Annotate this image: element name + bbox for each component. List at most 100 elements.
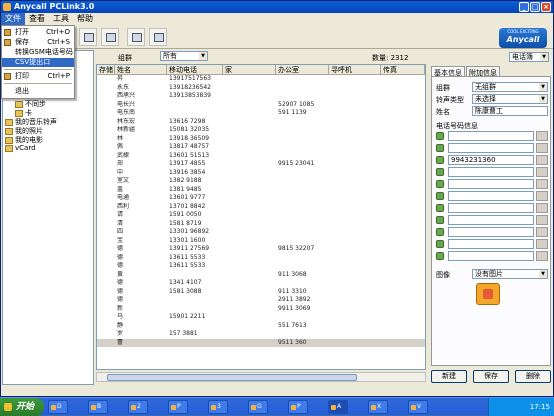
table-row[interactable]: 林 13918 36509 [97, 135, 425, 144]
phone-option-button[interactable] [536, 227, 548, 237]
phone-number-field[interactable] [448, 239, 534, 249]
phone-number-field[interactable] [448, 131, 534, 141]
phone-option-button[interactable] [536, 191, 548, 201]
col-pager[interactable]: 寻呼机 [329, 65, 381, 74]
table-row[interactable]: 武棣 13601 51513 [97, 152, 425, 161]
delete-button[interactable]: 删除 [515, 370, 551, 383]
table-row[interactable]: 德 2911 3892 [97, 296, 425, 305]
taskbar-app[interactable]: 3 [208, 400, 228, 414]
menu-item-convert-gsm[interactable]: 转换GSM电话号码 [2, 48, 74, 57]
taskbar-app[interactable]: D [48, 400, 68, 414]
taskbar-app[interactable]: P [288, 400, 308, 414]
taskbar-app[interactable]: V [408, 400, 428, 414]
phonebook-select[interactable]: 电话簿 ▼ [509, 52, 549, 62]
menu-file[interactable]: 文件 [1, 13, 25, 25]
table-row[interactable]: 请 1591 0050 [97, 211, 425, 220]
scroll-thumb[interactable] [107, 374, 357, 381]
table-row[interactable]: 德 13611 5533 [97, 254, 425, 263]
phone-option-button[interactable] [536, 155, 548, 165]
table-row[interactable]: 盖 1381 9485 [97, 186, 425, 195]
image-select[interactable]: 没有图片 ▼ [472, 269, 548, 279]
name-field[interactable]: 陈康曹工 [472, 106, 548, 116]
table-row[interactable]: 电长兴 52907 1085 [97, 101, 425, 110]
phone-number-field[interactable] [448, 227, 534, 237]
phone-number-field[interactable] [448, 167, 534, 177]
phone-option-button[interactable] [536, 167, 548, 177]
title-bar[interactable]: Anycall PCLink3.0 _ □ × [1, 1, 553, 13]
table-row[interactable]: 永东 13918236542 [97, 84, 425, 93]
phone-option-button[interactable] [536, 179, 548, 189]
table-row[interactable]: 林东宏 13616 7298 [97, 118, 425, 127]
new-button[interactable]: 新建 [431, 370, 467, 383]
table-row[interactable]: 宝 13301 1600 [97, 237, 425, 246]
taskbar-app[interactable]: X [368, 400, 388, 414]
phone-number-field[interactable] [448, 143, 534, 153]
taskbar-app[interactable]: 2 [128, 400, 148, 414]
col-name[interactable]: 姓名 [115, 65, 167, 74]
menu-item-save[interactable]: 保存 Ctrl+S [2, 38, 74, 47]
menu-help[interactable]: 帮助 [73, 13, 97, 25]
col-office[interactable]: 办公室 [276, 65, 329, 74]
phone-number-field[interactable] [448, 179, 534, 189]
table-row[interactable]: 郑 13917 4855 9915 23041 [97, 160, 425, 169]
tree-item-vcard[interactable]: vCard [5, 144, 36, 152]
table-row[interactable]: 西利 13701 8842 [97, 203, 425, 212]
phone-number-field[interactable] [448, 203, 534, 213]
phone-number-field[interactable]: 9943231360 [448, 155, 534, 165]
col-storage[interactable]: 存储 [97, 65, 115, 74]
table-row[interactable]: 德 1341 4107 [97, 279, 425, 288]
menu-item-exit[interactable]: 退出 [2, 87, 74, 96]
group-filter-select[interactable]: 所有 ▼ [160, 51, 208, 61]
table-row[interactable]: 德 1581 3088 911 3310 [97, 288, 425, 297]
phone-number-field[interactable] [448, 191, 534, 201]
toolbar-button-4[interactable] [149, 28, 167, 46]
phone-option-button[interactable] [536, 251, 548, 261]
table-row[interactable]: 曹 9511 360 [97, 338, 425, 347]
table-row[interactable]: 电通 13601 9777 [97, 194, 425, 203]
table-row[interactable]: 罗 157 3881 [97, 330, 425, 339]
menu-item-print[interactable]: 打印 Ctrl+P [2, 72, 74, 81]
close-button[interactable]: × [541, 2, 551, 12]
table-row[interactable]: 室文 1382 9188 [97, 177, 425, 186]
phone-number-field[interactable] [448, 251, 534, 261]
maximize-button[interactable]: □ [530, 2, 540, 12]
col-home[interactable]: 家 [223, 65, 276, 74]
phone-option-button[interactable] [536, 131, 548, 141]
group-select[interactable]: 无组群 ▼ [472, 82, 548, 92]
start-button[interactable]: 开始 [0, 398, 44, 416]
table-row[interactable]: 昇 13917517563 [97, 75, 425, 84]
minimize-button[interactable]: _ [519, 2, 529, 12]
taskbar-app[interactable]: G [248, 400, 268, 414]
table-row[interactable]: 林新疆 15081 32035 [97, 126, 425, 135]
horizontal-scrollbar[interactable] [96, 372, 426, 382]
phone-number-field[interactable] [448, 215, 534, 225]
phone-option-button[interactable] [536, 203, 548, 213]
col-fax[interactable]: 传真 [381, 65, 425, 74]
table-row[interactable]: 中 13916 3854 [97, 169, 425, 178]
menu-tools[interactable]: 工具 [49, 13, 73, 25]
table-row[interactable]: 四 13301 96892 [97, 228, 425, 237]
phone-option-button[interactable] [536, 143, 548, 153]
menu-item-open[interactable]: 打开 Ctrl+O [2, 28, 74, 37]
taskbar-app[interactable]: A [328, 400, 348, 414]
table-row[interactable]: 新 9911 3069 [97, 305, 425, 314]
taskbar-app[interactable]: P [168, 400, 188, 414]
toolbar-button-3[interactable] [127, 28, 145, 46]
menu-view[interactable]: 查看 [25, 13, 49, 25]
save-button[interactable]: 保存 [473, 370, 509, 383]
toolbar-button-1[interactable] [79, 28, 97, 46]
taskbar-app[interactable]: B [88, 400, 108, 414]
table-row[interactable]: 马 15901 2211 [97, 313, 425, 322]
table-row[interactable]: 清 1581 8719 [97, 220, 425, 229]
toolbar-button-2[interactable] [101, 28, 119, 46]
phone-option-button[interactable] [536, 215, 548, 225]
table-row[interactable]: 黄 911 3068 [97, 271, 425, 280]
table-row[interactable]: 德 13911 27569 9815 32207 [97, 245, 425, 254]
table-row[interactable]: 电东南 591 1139 [97, 109, 425, 118]
col-mobile[interactable]: 移动电话 [167, 65, 223, 74]
table-row[interactable]: 德 13611 5533 [97, 262, 425, 271]
menu-item-csv-export[interactable]: CSV提出口 [2, 58, 74, 67]
ringtone-select[interactable]: 未选择 ▼ [472, 94, 548, 104]
table-row[interactable]: 佩 13817 48757 [97, 143, 425, 152]
table-row[interactable]: 西承兴 13913853839 [97, 92, 425, 101]
